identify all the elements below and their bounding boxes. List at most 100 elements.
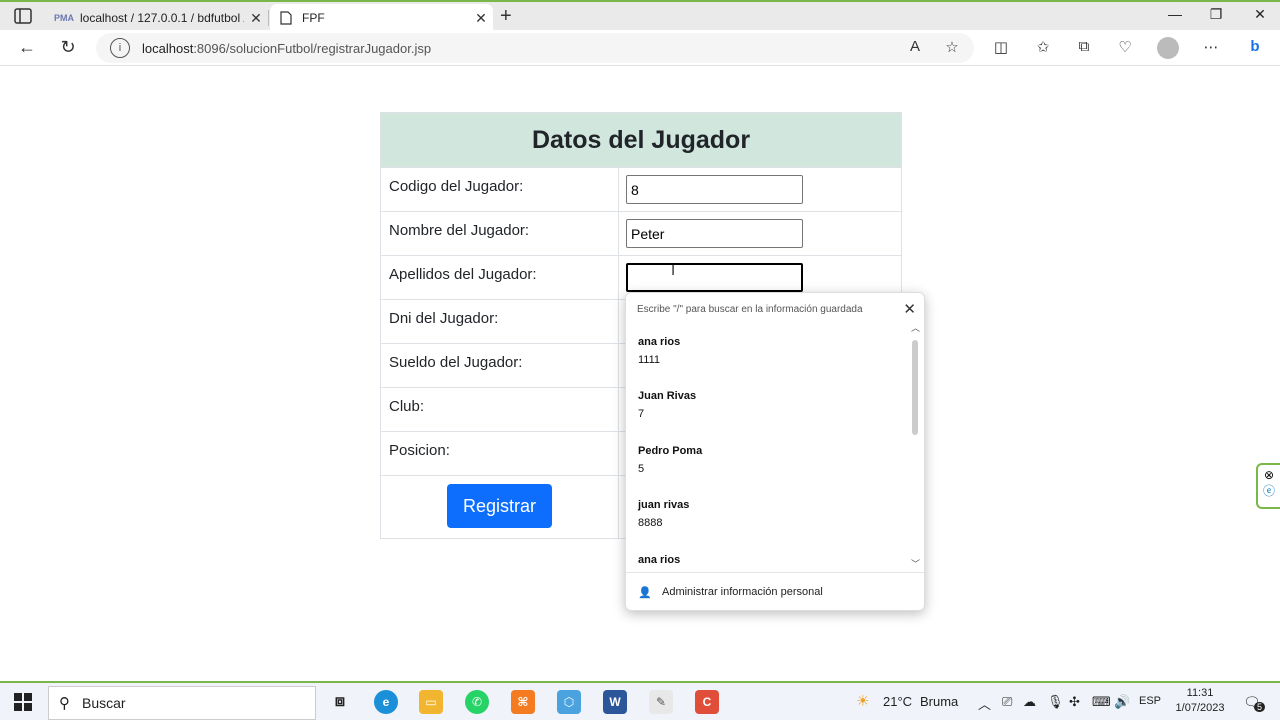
task-view-icon[interactable]: ⧈ bbox=[328, 690, 352, 714]
clock[interactable]: 11:31 1/07/2023 bbox=[1168, 686, 1232, 716]
chevron-up-icon[interactable]: ︿ bbox=[978, 694, 991, 713]
form-row-codigo: Codigo del Jugador: bbox=[381, 168, 901, 212]
taskbar-search[interactable]: ⚲ Buscar bbox=[48, 686, 316, 720]
phpmyadmin-favicon-icon: PMA bbox=[54, 13, 74, 23]
autofill-suggestion[interactable]: juan rivas 8888 bbox=[638, 499, 689, 529]
restore-icon[interactable]: ❐ bbox=[1196, 6, 1236, 23]
form-title: Datos del Jugador bbox=[381, 113, 901, 168]
address-bar[interactable]: i localhost:8096/solucionFutbol/registra… bbox=[96, 33, 974, 63]
suggestion-name: juan rivas bbox=[638, 499, 690, 511]
windows-start-icon[interactable] bbox=[14, 693, 32, 711]
suggestion-value: 8888 bbox=[638, 517, 663, 529]
more-options-icon[interactable]: ⋯ bbox=[1200, 38, 1222, 60]
autofill-popup: Escribe "/" para buscar en la informació… bbox=[625, 292, 925, 611]
profile-avatar[interactable] bbox=[1157, 37, 1179, 59]
new-tab-icon[interactable]: + bbox=[500, 5, 512, 28]
scroll-down-icon[interactable]: ﹀ bbox=[911, 557, 920, 570]
form-row-nombre: Nombre del Jugador: bbox=[381, 212, 901, 256]
app-hexagon-icon[interactable]: ⬡ bbox=[557, 690, 581, 714]
cloud-off-icon[interactable]: ☁ bbox=[1023, 694, 1036, 710]
url-path: :8096/solucionFutbol/registrarJugador.js… bbox=[193, 40, 432, 56]
bing-icon[interactable]: b bbox=[1244, 38, 1266, 60]
person-lock-icon: 👤 bbox=[638, 586, 652, 599]
app-red-icon[interactable]: C bbox=[695, 690, 719, 714]
file-explorer-icon[interactable]: ▭ bbox=[419, 690, 443, 714]
meet-icon[interactable]: ⎚ bbox=[1002, 694, 1012, 710]
sidebar-toggle[interactable]: ⊗ ⓔ bbox=[1256, 463, 1280, 509]
back-icon[interactable]: ← bbox=[15, 37, 39, 58]
tab-label: FPF bbox=[302, 11, 325, 25]
volume-icon[interactable]: 🔊 bbox=[1114, 694, 1130, 710]
close-tab-icon[interactable]: ✕ bbox=[244, 10, 268, 27]
settings-tray-icon[interactable]: ✣ bbox=[1069, 694, 1080, 710]
search-icon: ⚲ bbox=[59, 695, 70, 712]
weather-temp[interactable]: 21°C bbox=[883, 694, 912, 709]
paint-icon[interactable]: ✎ bbox=[649, 690, 673, 714]
manage-personal-info-link[interactable]: 👤 Administrar información personal bbox=[626, 572, 924, 611]
tab-actions-icon[interactable] bbox=[14, 8, 32, 24]
close-window-icon[interactable]: ✕ bbox=[1240, 6, 1280, 23]
taskbar: ⚲ Buscar ⧈ e ▭ ✆ ⌘ ⬡ W ✎ C ☀ 21°C Bruma … bbox=[0, 681, 1280, 720]
page-favicon-icon bbox=[278, 10, 294, 26]
autofill-suggestion[interactable]: ana rios bbox=[638, 554, 680, 566]
field-label: Dni del Jugador: bbox=[381, 300, 619, 343]
close-tab-icon[interactable]: ✕ bbox=[469, 10, 493, 27]
field-label: Codigo del Jugador: bbox=[381, 168, 619, 211]
network-icon[interactable]: ⌨ bbox=[1092, 694, 1111, 710]
weather-desc[interactable]: Bruma bbox=[920, 694, 958, 709]
search-label: Buscar bbox=[82, 695, 126, 711]
autofill-hint: Escribe "/" para buscar en la informació… bbox=[637, 304, 863, 315]
xampp-icon[interactable]: ⌘ bbox=[511, 690, 535, 714]
close-icon[interactable]: ✕ bbox=[903, 300, 916, 318]
favorites-icon[interactable]: ✩ bbox=[1032, 38, 1054, 60]
collections-icon[interactable]: ⧉ bbox=[1073, 38, 1095, 60]
whatsapp-icon[interactable]: ✆ bbox=[465, 690, 489, 714]
autofill-suggestion[interactable]: Juan Rivas 7 bbox=[638, 390, 696, 420]
tab-fpf[interactable]: FPF ✕ bbox=[270, 4, 493, 32]
tab-divider bbox=[268, 10, 269, 26]
site-info-icon[interactable]: i bbox=[110, 38, 130, 58]
codigo-input[interactable] bbox=[626, 175, 803, 204]
field-label: Sueldo del Jugador: bbox=[381, 344, 619, 387]
nombre-input[interactable] bbox=[626, 219, 803, 248]
suggestion-name: Juan Rivas bbox=[638, 390, 697, 402]
suggestion-name: ana rios bbox=[638, 336, 681, 348]
minimize-icon[interactable]: — bbox=[1155, 6, 1195, 22]
mic-icon[interactable]: 🎙 bbox=[1047, 694, 1064, 710]
text-cursor-icon: I bbox=[671, 262, 676, 279]
clock-date: 1/07/2023 bbox=[1175, 702, 1225, 714]
clock-time: 11:31 bbox=[1186, 687, 1214, 699]
field-label: Club: bbox=[381, 388, 619, 431]
autofill-suggestion[interactable]: Pedro Poma 5 bbox=[638, 445, 702, 475]
scroll-up-icon[interactable]: ︿ bbox=[911, 321, 920, 334]
apellidos-input[interactable] bbox=[626, 263, 803, 292]
split-screen-icon[interactable]: ◫ bbox=[990, 38, 1012, 60]
autofill-suggestion[interactable]: ana rios 1111 bbox=[638, 336, 680, 366]
favorite-star-icon[interactable]: ☆ bbox=[941, 38, 963, 60]
notifications-badge: 5 bbox=[1254, 702, 1266, 712]
tab-phpmyadmin[interactable]: PMA localhost / 127.0.0.1 / bdfutbol / ✕ bbox=[48, 4, 268, 32]
close-sidebar-icon[interactable]: ⊗ bbox=[1258, 468, 1280, 482]
field-label: Posicion: bbox=[381, 432, 619, 475]
refresh-icon[interactable]: ↻ bbox=[56, 37, 80, 58]
url-host: localhost bbox=[142, 40, 194, 56]
language-indicator[interactable]: ESP bbox=[1139, 695, 1161, 707]
browser-toolbar: ← ↻ i localhost:8096/solucionFutbol/regi… bbox=[0, 30, 1280, 66]
registrar-button[interactable]: Registrar bbox=[447, 484, 552, 528]
suggestion-value: 7 bbox=[638, 408, 645, 420]
field-label: Nombre del Jugador: bbox=[381, 212, 619, 255]
browser-essentials-icon[interactable]: ♡ bbox=[1114, 38, 1136, 60]
field-label: Apellidos del Jugador: bbox=[381, 256, 619, 299]
suggestion-name: Pedro Poma bbox=[638, 445, 703, 457]
footer-label: Administrar información personal bbox=[662, 586, 823, 598]
suggestion-name: ana rios bbox=[638, 554, 681, 566]
tab-label: localhost / 127.0.0.1 / bdfutbol / bbox=[80, 11, 244, 25]
suggestion-value: 5 bbox=[638, 463, 645, 475]
edge-icon[interactable]: ⓔ bbox=[1258, 482, 1280, 499]
scrollbar-thumb[interactable] bbox=[912, 340, 918, 435]
word-icon[interactable]: W bbox=[603, 690, 627, 714]
tab-bar: PMA localhost / 127.0.0.1 / bdfutbol / ✕… bbox=[0, 0, 1280, 32]
weather-icon: ☀ bbox=[856, 693, 870, 710]
edge-app-icon[interactable]: e bbox=[374, 690, 398, 714]
read-aloud-icon[interactable]: A bbox=[904, 38, 926, 60]
